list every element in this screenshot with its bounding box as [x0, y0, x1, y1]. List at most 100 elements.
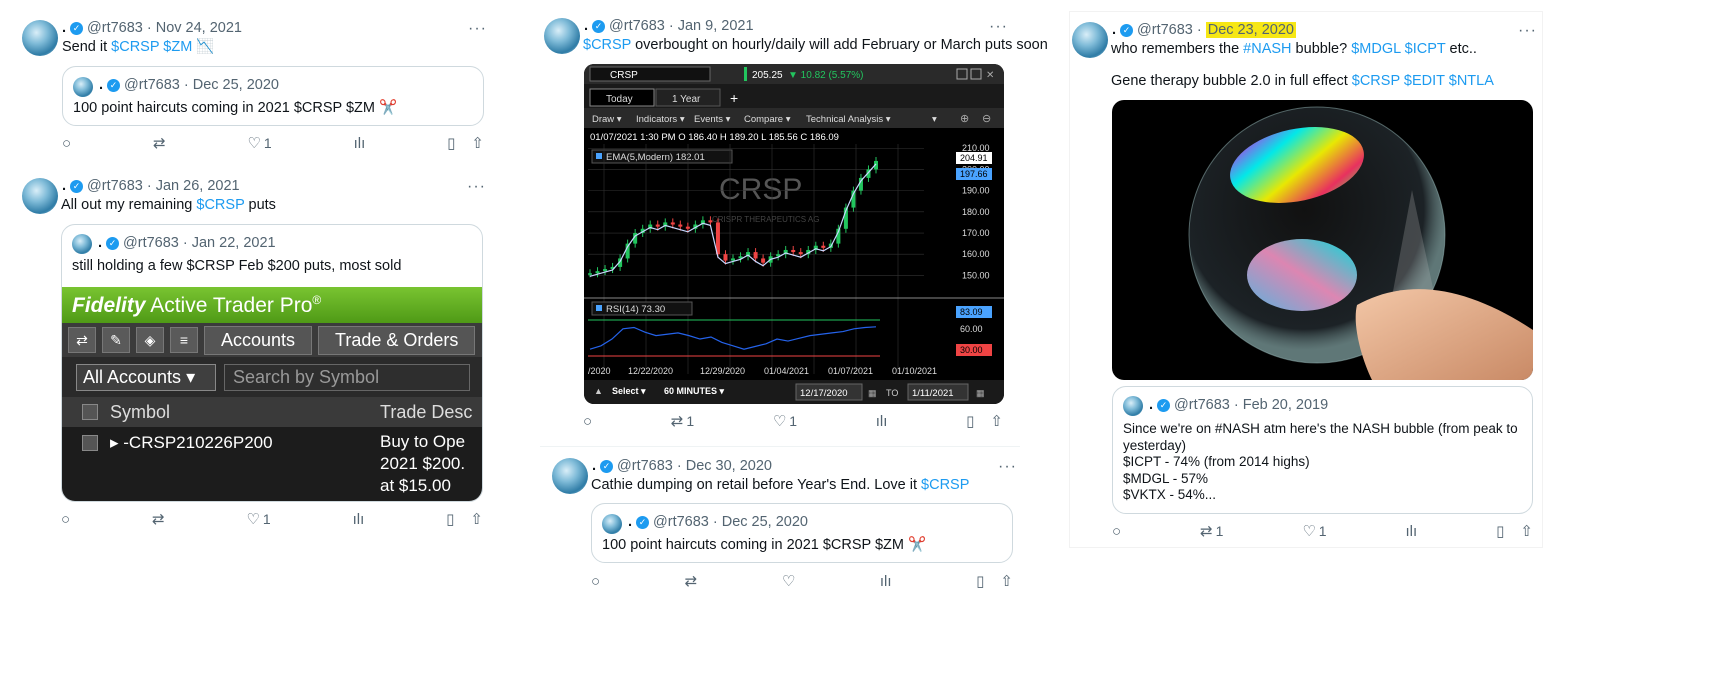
quote-text: 100 point haircuts coming in 2021 $CRSP … — [602, 537, 927, 553]
handle[interactable]: @rt7683 — [87, 20, 143, 36]
verified-icon: ✓ — [107, 78, 121, 92]
views-button[interactable]: ılı — [353, 511, 365, 528]
views-button[interactable]: ılı — [1406, 523, 1418, 540]
display-name[interactable]: . — [584, 18, 588, 34]
more-icon[interactable]: ··· — [1518, 22, 1537, 40]
tab-trade-orders: Trade & Orders — [318, 325, 476, 355]
price-tick: 210.00 — [962, 143, 990, 153]
select-dropdown: Select ▾ — [612, 386, 646, 396]
col-trade-desc: Trade Desc — [380, 401, 473, 422]
more-icon[interactable]: ··· — [989, 18, 1008, 36]
timestamp[interactable]: · Dec 30, 2020 — [677, 458, 772, 474]
views-button[interactable]: ılı — [354, 135, 366, 152]
share-icon[interactable]: ⇧ — [1520, 522, 1533, 540]
display-name[interactable]: . — [592, 458, 596, 474]
avatar[interactable] — [22, 178, 58, 214]
bubble-image[interactable] — [1112, 100, 1533, 380]
reply-button[interactable]: ○ — [583, 413, 592, 430]
bookmark-icon[interactable]: ▯ — [976, 572, 984, 590]
tweet-text-line2: Gene therapy bubble 2.0 in full effect $… — [1111, 73, 1494, 89]
candle — [603, 269, 608, 272]
like-button[interactable]: ♡ 1 — [1302, 522, 1326, 540]
chart-menu-item: Compare ▾ — [744, 114, 791, 125]
retweet-button[interactable]: ⇄ — [685, 572, 698, 590]
avatar[interactable] — [22, 20, 58, 56]
avatar[interactable] — [1072, 22, 1108, 58]
timestamp[interactable]: · Jan 9, 2021 — [669, 18, 754, 34]
tweet-text: who remembers the #NASH bubble? $MDGL $I… — [1111, 41, 1477, 57]
quote-tweet[interactable]: . ✓ @rt7683 · Feb 20, 2019 Since we're o… — [1112, 386, 1533, 514]
divider — [540, 446, 1020, 447]
quote-tweet[interactable]: . ✓ @rt7683 · Dec 25, 2020 100 point hai… — [62, 66, 484, 126]
quote-tweet[interactable]: . ✓ @rt7683 · Jan 22, 2021 still holding… — [61, 224, 483, 502]
quote-text: still holding a few $CRSP Feb $200 puts,… — [72, 258, 402, 274]
like-button[interactable]: ♡ 1 — [773, 412, 797, 430]
share-icon[interactable]: ⇧ — [470, 510, 483, 528]
finger — [1355, 289, 1533, 380]
checkbox — [82, 435, 98, 451]
accounts-select: All Accounts ▾ — [76, 363, 216, 391]
candle — [670, 222, 675, 225]
avatar[interactable] — [552, 458, 588, 494]
share-icon[interactable]: ⇧ — [990, 412, 1003, 430]
cashtag[interactable]: $MDGL — [1351, 41, 1400, 57]
date-tick: 01/10/2021 — [892, 366, 937, 376]
like-button[interactable]: ♡ 1 — [247, 134, 271, 152]
candle — [791, 249, 796, 253]
retweet-icon: ⇄ — [684, 573, 698, 590]
reply-button[interactable]: ○ — [1112, 523, 1121, 540]
cashtag[interactable]: $EDIT — [1404, 73, 1445, 89]
bookmark-icon[interactable]: ▯ — [446, 510, 454, 528]
cashtag[interactable]: $ZM — [163, 39, 192, 55]
bookmark-icon[interactable]: ▯ — [1496, 522, 1504, 540]
chart-menu-item: Draw ▾ — [592, 114, 622, 125]
reply-icon: ○ — [61, 510, 71, 528]
chart-price: 205.25 — [752, 70, 783, 81]
bookmark-icon[interactable]: ▯ — [966, 412, 974, 430]
retweet-button[interactable]: ⇄ 1 — [671, 412, 694, 430]
display-name[interactable]: . — [62, 178, 66, 194]
timestamp[interactable]: · Nov 24, 2021 — [147, 20, 242, 36]
reply-button[interactable]: ○ — [591, 573, 600, 590]
handle[interactable]: @rt7683 — [1137, 22, 1193, 38]
share-icon[interactable]: ⇧ — [471, 134, 484, 152]
avatar[interactable] — [544, 18, 580, 54]
candle — [723, 254, 728, 261]
reply-button[interactable]: ○ — [61, 511, 70, 528]
cashtag[interactable]: $CRSP — [111, 39, 159, 55]
handle[interactable]: @rt7683 — [87, 178, 143, 194]
views-button[interactable]: ılı — [876, 413, 888, 430]
cashtag[interactable]: $CRSP — [196, 197, 244, 213]
candle — [685, 226, 690, 229]
bookmark-icon[interactable]: ▯ — [447, 134, 455, 152]
cashtag[interactable]: $CRSP — [583, 37, 631, 53]
retweet-button[interactable]: ⇄ 1 — [1200, 522, 1223, 540]
hashtag[interactable]: #NASH — [1243, 41, 1291, 57]
like-button[interactable]: ♡ — [782, 572, 795, 590]
timestamp[interactable]: · Jan 26, 2021 — [147, 178, 240, 194]
verified-icon: ✓ — [1120, 23, 1134, 37]
more-icon[interactable]: ··· — [468, 20, 487, 38]
cashtag[interactable]: $CRSP — [921, 477, 969, 493]
display-name[interactable]: . — [62, 20, 66, 36]
like-button[interactable]: ♡ 1 — [246, 510, 270, 528]
cashtag[interactable]: $CRSP — [1352, 73, 1400, 89]
tab-accounts: Accounts — [204, 325, 313, 355]
views-button[interactable]: ılı — [880, 573, 892, 590]
quote-tweet[interactable]: . ✓ @rt7683 · Dec 25, 2020 100 point hai… — [591, 503, 1013, 563]
timestamp-highlighted[interactable]: Dec 23, 2020 — [1205, 22, 1296, 38]
cashtag[interactable]: $ICPT — [1405, 41, 1446, 57]
close-icon: ✕ — [986, 70, 994, 81]
more-icon[interactable]: ··· — [467, 178, 486, 196]
retweet-button[interactable]: ⇄ — [153, 134, 166, 152]
handle[interactable]: @rt7683 — [609, 18, 665, 34]
retweet-button[interactable]: ⇄ — [152, 510, 165, 528]
display-name[interactable]: . — [1112, 22, 1116, 38]
verified-icon: ✓ — [592, 19, 606, 33]
views-icon: ılı — [879, 572, 892, 590]
handle[interactable]: @rt7683 — [617, 458, 673, 474]
reply-button[interactable]: ○ — [62, 135, 71, 152]
more-icon[interactable]: ··· — [998, 458, 1017, 476]
share-icon[interactable]: ⇧ — [1000, 572, 1013, 590]
cashtag[interactable]: $NTLA — [1449, 73, 1494, 89]
